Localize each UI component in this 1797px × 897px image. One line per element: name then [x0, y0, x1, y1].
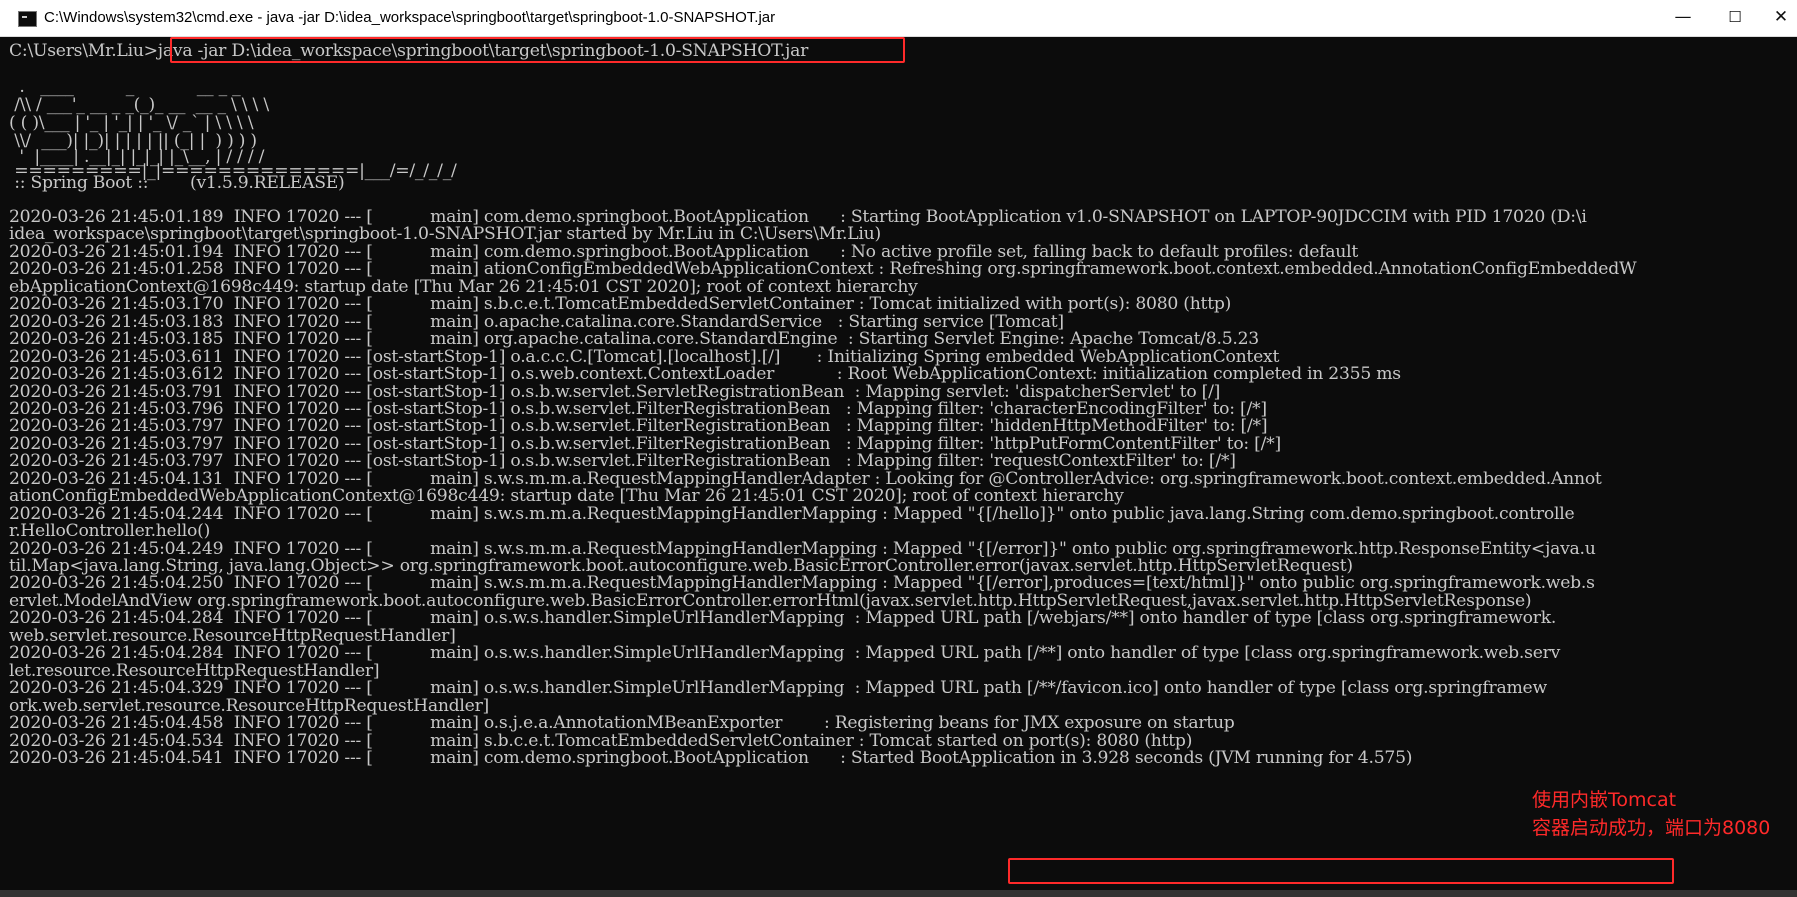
log-line: 2020-03-26 21:45:04.541 INFO 17020 --- […: [9, 747, 1413, 768]
console-output[interactable]: C:\Users\Mr.Liu>java -jar D:\idea_worksp…: [0, 37, 1797, 897]
minimize-button[interactable]: —: [1660, 0, 1706, 36]
spring-banner-line: :: Spring Boot :: (v1.5.9.RELEASE): [9, 173, 345, 193]
log-line: 2020-03-26 21:45:04.244 INFO 17020 --- […: [9, 503, 1575, 524]
annotation-note: 使用内嵌Tomcat 容器启动成功，端口为8080: [1532, 786, 1797, 842]
startup-success-highlight-box: [1008, 858, 1674, 884]
annotation-line-2: 容器启动成功，端口为8080: [1532, 817, 1771, 839]
close-button[interactable]: ✕: [1758, 0, 1797, 36]
spring-banner-line: ( ( )\___ | '_ | '_| | '_ \/ _` | \ \ \ …: [9, 113, 254, 133]
maximize-button[interactable]: ☐: [1712, 0, 1758, 36]
spring-banner-line: . ____ _ __ _ _: [9, 77, 241, 97]
spring-banner-line: /\\ / ___'_ __ _ _(_)_ __ __ _ \ \ \ \: [9, 95, 269, 115]
cmd-app-icon: [18, 11, 37, 27]
window-titlebar[interactable]: C:\Windows\system32\cmd.exe - java -jar …: [0, 0, 1797, 37]
annotation-line-1: 使用内嵌Tomcat: [1532, 789, 1677, 811]
window-title: C:\Windows\system32\cmd.exe - java -jar …: [44, 9, 776, 26]
command-highlight-box: [170, 37, 905, 63]
ide-bottom-strip: [0, 890, 1797, 897]
